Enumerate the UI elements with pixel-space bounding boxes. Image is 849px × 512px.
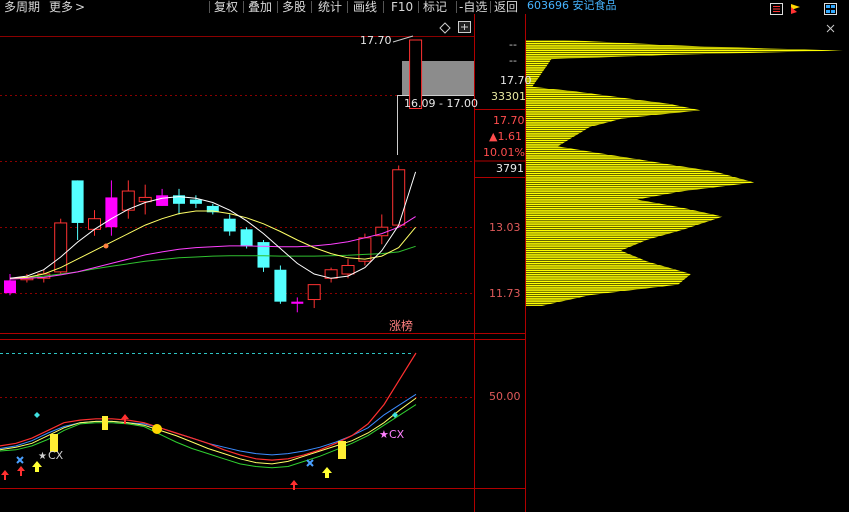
candle-body <box>341 264 355 275</box>
candle-body <box>223 218 236 232</box>
toolbar-button-tongji[interactable]: 统计 <box>318 0 342 14</box>
price-tick-11-73: 11.73 <box>489 287 521 300</box>
period-menu[interactable]: 多周期 <box>4 0 40 14</box>
grid-view-icon[interactable] <box>824 0 837 15</box>
buy-arrow-icon <box>17 466 25 476</box>
candle-body <box>71 180 84 223</box>
quote-low-count: 3791 <box>496 162 524 175</box>
yellow-signal-bar <box>102 416 108 430</box>
toolbar-button-duogu[interactable]: 多股 <box>282 0 306 14</box>
toolbar-button-diejia[interactable]: 叠加 <box>248 0 272 14</box>
price-tick-13-03: 13.03 <box>489 221 521 234</box>
toolbar-button-huaxian[interactable]: 画线 <box>353 0 377 14</box>
ma-yellow-line <box>9 210 416 279</box>
indicator-blue-line <box>0 393 417 456</box>
more-menu[interactable]: 更多 <box>49 0 73 14</box>
star-marker: ★ <box>38 451 47 462</box>
limit-up-tag[interactable]: 涨榜 <box>389 317 413 334</box>
candle-body <box>240 229 253 247</box>
cx-signal-label-1: CX <box>48 449 64 462</box>
stock-name: 安记食品 <box>572 0 617 12</box>
stock-header: 603696 安记食品 <box>527 0 617 14</box>
candle-body <box>189 199 202 204</box>
top-price-annotation: 17.70 <box>360 34 392 47</box>
buy-arrow-icon <box>1 470 9 480</box>
candle-body <box>88 218 101 230</box>
quote-high: 17.70 <box>493 114 525 127</box>
indicator-tick-50: 50.00 <box>489 390 521 403</box>
kline-chart[interactable]: ★★ <box>0 0 849 512</box>
signal-arrow-icon <box>322 467 332 478</box>
diamond-marker <box>34 412 40 418</box>
toolbar-button-biaoji[interactable]: 标记 <box>423 0 447 14</box>
candle-body <box>274 269 287 302</box>
profile-dash-top: -- <box>509 38 517 51</box>
star-marker: ★ <box>379 428 389 441</box>
candle-body <box>54 222 68 273</box>
cx-signal-label-2: CX <box>389 428 405 441</box>
yellow-signal-bar <box>338 441 346 459</box>
candle-body <box>358 237 372 262</box>
candle-body <box>392 169 406 226</box>
more-chevron-icon[interactable]: > <box>75 0 85 14</box>
top-toolbar: 多周期 更多 > 复权 叠加 多股 统计 画线 F10 标记 -自选 返回 <box>0 0 525 14</box>
list-view-icon[interactable] <box>770 0 783 15</box>
close-panel-icon[interactable] <box>824 19 837 33</box>
profile-dash-bottom: -- <box>509 54 517 67</box>
settings-icon[interactable] <box>458 18 471 33</box>
ma-marker-dot <box>103 243 109 249</box>
indicator-red-line <box>0 352 417 461</box>
flag-icon[interactable] <box>789 0 802 14</box>
signal-arrow-icon <box>32 461 42 472</box>
toolbar-button-zixuan[interactable]: -自选 <box>459 0 487 14</box>
yellow-signal-dot <box>152 424 162 434</box>
diamond-icon[interactable] <box>439 19 452 34</box>
toolbar-button-fuquan[interactable]: 复权 <box>214 0 238 14</box>
candle-body <box>291 301 304 304</box>
quote-change: ▲1.61 <box>489 130 522 143</box>
quote-pct: 10.01% <box>483 146 525 159</box>
toolbar-button-fanhui[interactable]: 返回 <box>494 0 518 14</box>
range-annotation: 16.09 - 17.00 <box>404 97 478 110</box>
candle-body <box>156 195 169 206</box>
quote-price: 17.70 <box>500 74 532 87</box>
stock-code: 603696 <box>527 0 569 12</box>
candle-body <box>4 280 16 294</box>
toolbar-button-f10[interactable]: F10 <box>391 0 413 14</box>
quote-volume: 33301 <box>491 90 526 103</box>
candle-body <box>105 197 118 228</box>
candle-body <box>307 284 321 301</box>
